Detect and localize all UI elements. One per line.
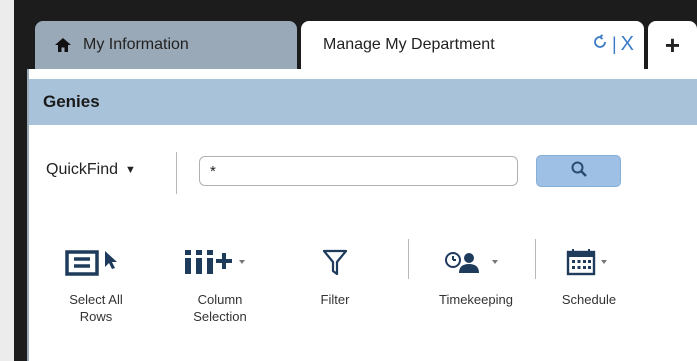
column-selection-icon <box>181 245 259 279</box>
search-button[interactable] <box>536 155 621 187</box>
panel-header: Genies <box>29 79 697 125</box>
timekeeping-button[interactable]: Timekeeping <box>422 245 530 335</box>
tab-my-information[interactable]: My Information <box>35 21 297 69</box>
quickfind-dropdown[interactable]: QuickFind ▼ <box>46 161 136 179</box>
tab-label: Manage My Department <box>323 36 495 53</box>
timekeeping-icon <box>434 245 518 279</box>
tab-label: My Information <box>83 36 189 53</box>
schedule-label: Schedule <box>561 292 617 307</box>
quickfind-label: QuickFind <box>46 161 119 178</box>
tab-manage-my-department[interactable]: Manage My Department | X <box>301 21 644 69</box>
quickfind-divider <box>176 152 177 194</box>
add-tab-button[interactable]: + <box>648 21 697 69</box>
column-selection-label: Column Selection <box>193 292 247 324</box>
search-icon <box>570 160 588 183</box>
chevron-down-icon: ▼ <box>125 164 136 176</box>
filter-button[interactable]: Filter <box>310 245 360 335</box>
column-selection-button[interactable]: Column Selection <box>180 245 260 335</box>
select-all-label: Select All Rows <box>69 292 123 324</box>
toolbar-divider <box>408 239 409 279</box>
filter-icon <box>321 245 349 279</box>
filter-label: Filter <box>320 292 350 307</box>
timekeeping-label: Timekeeping <box>439 292 513 307</box>
refresh-icon[interactable] <box>592 33 608 56</box>
panel-title: Genies <box>43 92 100 111</box>
close-icon[interactable]: X <box>621 33 634 56</box>
search-input[interactable] <box>199 156 518 186</box>
tab-control-divider: | <box>611 34 617 54</box>
background-strip <box>0 0 14 361</box>
add-tab-icon: + <box>664 29 681 60</box>
home-icon <box>53 35 73 55</box>
schedule-icon <box>560 245 618 279</box>
toolbar-divider <box>535 239 536 279</box>
select-all-rows-button[interactable]: Select All Rows <box>63 245 129 335</box>
select-all-icon <box>65 245 127 279</box>
schedule-button[interactable]: Schedule <box>553 245 625 335</box>
